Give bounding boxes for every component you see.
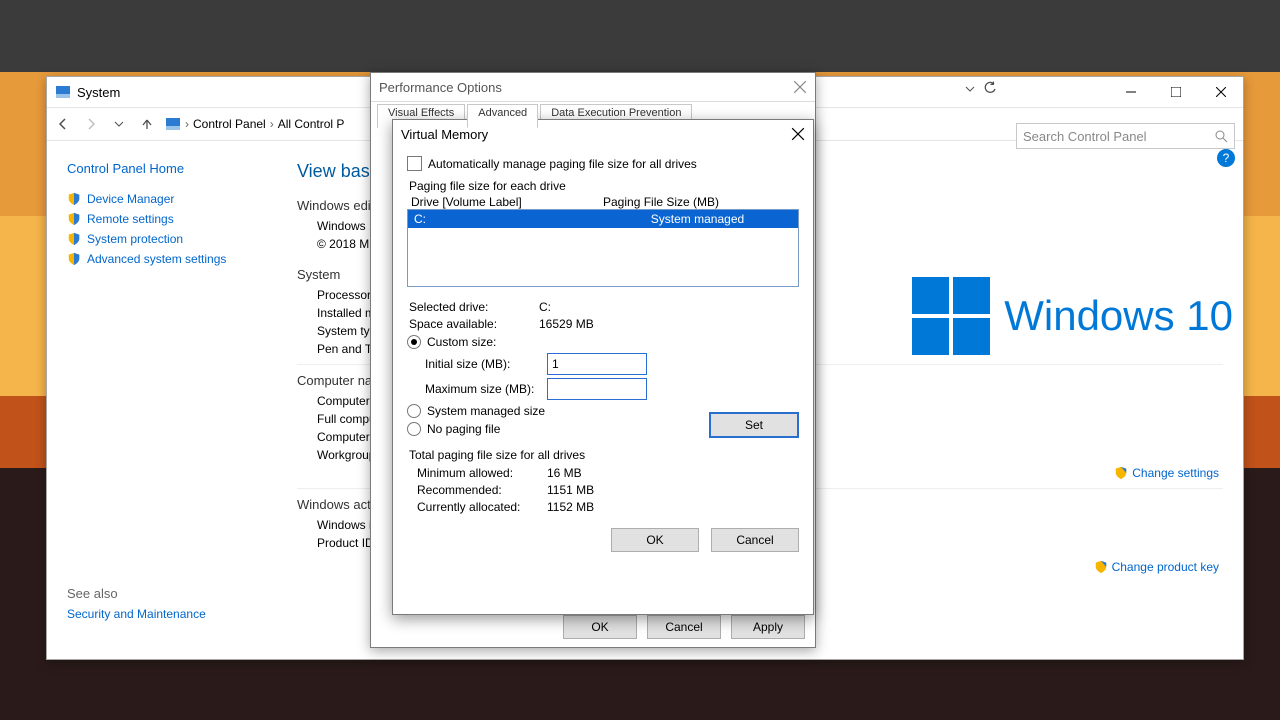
left-pane-link[interactable]: Remote settings: [67, 212, 277, 226]
shield-icon: [67, 252, 81, 266]
windows-10-logo: Windows 10: [912, 277, 1233, 355]
vm-titlebar: Virtual Memory: [393, 120, 813, 148]
perf-titlebar: Performance Options: [371, 73, 815, 102]
left-pane-link[interactable]: Device Manager: [67, 192, 277, 206]
security-maintenance-link[interactable]: Security and Maintenance: [67, 607, 277, 621]
initial-size-label: Initial size (MB):: [425, 357, 537, 371]
space-available-value: 16529 MB: [539, 317, 594, 331]
back-button[interactable]: [53, 114, 73, 134]
tab-advanced[interactable]: Advanced: [467, 104, 538, 128]
shield-icon: [1094, 560, 1108, 574]
perf-apply-button[interactable]: Apply: [731, 615, 805, 639]
auto-manage-label: Automatically manage paging file size fo…: [428, 157, 697, 171]
radio-system-label: System managed size: [427, 404, 545, 418]
selected-drive-label: Selected drive:: [409, 300, 539, 314]
perf-ok-button[interactable]: OK: [563, 615, 637, 639]
search-input[interactable]: Search Control Panel: [1016, 123, 1235, 149]
radio-system-managed[interactable]: [407, 404, 421, 418]
see-also-label: See also: [67, 586, 277, 601]
radio-custom-label: Custom size:: [427, 335, 496, 349]
drive-list[interactable]: C: System managed: [407, 209, 799, 287]
close-button[interactable]: [1198, 77, 1243, 107]
change-product-key-link[interactable]: Change product key: [1094, 560, 1219, 574]
col-size: Paging File Size (MB): [603, 195, 795, 209]
address-dropdown-icon[interactable]: [965, 83, 975, 97]
breadcrumb[interactable]: › Control Panel › All Control P: [165, 116, 344, 132]
auto-manage-checkbox[interactable]: [407, 156, 422, 171]
vm-cancel-button[interactable]: Cancel: [711, 528, 799, 552]
shield-icon: [67, 192, 81, 206]
search-icon: [1214, 129, 1228, 143]
refresh-icon[interactable]: [983, 81, 997, 98]
vm-title: Virtual Memory: [401, 127, 488, 142]
breadcrumb-root[interactable]: Control Panel: [193, 117, 266, 131]
radio-none-label: No paging file: [427, 422, 500, 436]
minimize-button[interactable]: [1108, 77, 1153, 107]
drive-row-c[interactable]: C: System managed: [408, 210, 798, 228]
control-panel-home-link[interactable]: Control Panel Home: [67, 161, 277, 176]
virtual-memory-dialog: Virtual Memory Automatically manage pagi…: [392, 119, 814, 615]
shield-icon: [1114, 466, 1128, 480]
maximum-size-input[interactable]: [547, 378, 647, 400]
recommended-label: Recommended:: [417, 483, 547, 497]
maximum-size-label: Maximum size (MB):: [425, 382, 537, 396]
recent-button[interactable]: [109, 114, 129, 134]
vm-ok-button[interactable]: OK: [611, 528, 699, 552]
col-drive: Drive [Volume Label]: [411, 195, 603, 209]
perf-cancel-button[interactable]: Cancel: [647, 615, 721, 639]
shield-icon: [67, 232, 81, 246]
change-settings-link[interactable]: Change settings: [1114, 466, 1219, 480]
selected-drive-value: C:: [539, 300, 551, 314]
currently-allocated-value: 1152 MB: [547, 500, 594, 514]
system-title: System: [77, 85, 120, 100]
group-label: Paging file size for each drive: [409, 179, 799, 193]
total-paging-head: Total paging file size for all drives: [409, 448, 797, 462]
set-button[interactable]: Set: [709, 412, 799, 438]
min-allowed-label: Minimum allowed:: [417, 466, 547, 480]
close-icon[interactable]: [791, 127, 805, 141]
close-icon[interactable]: [793, 80, 807, 94]
left-pane-link[interactable]: System protection: [67, 232, 277, 246]
currently-allocated-label: Currently allocated:: [417, 500, 547, 514]
left-pane: Control Panel Home Device Manager Remote …: [47, 147, 277, 659]
min-allowed-value: 16 MB: [547, 466, 582, 480]
shield-icon: [67, 212, 81, 226]
system-icon: [55, 84, 71, 100]
initial-size-input[interactable]: [547, 353, 647, 375]
radio-no-paging[interactable]: [407, 422, 421, 436]
radio-custom-size[interactable]: [407, 335, 421, 349]
up-button[interactable]: [137, 114, 157, 134]
maximize-button[interactable]: [1153, 77, 1198, 107]
space-available-label: Space available:: [409, 317, 539, 331]
breadcrumb-mid[interactable]: All Control P: [278, 117, 345, 131]
recommended-value: 1151 MB: [547, 483, 594, 497]
perf-title: Performance Options: [379, 80, 502, 95]
folder-icon: [165, 116, 181, 132]
forward-button[interactable]: [81, 114, 101, 134]
left-pane-link[interactable]: Advanced system settings: [67, 252, 277, 266]
